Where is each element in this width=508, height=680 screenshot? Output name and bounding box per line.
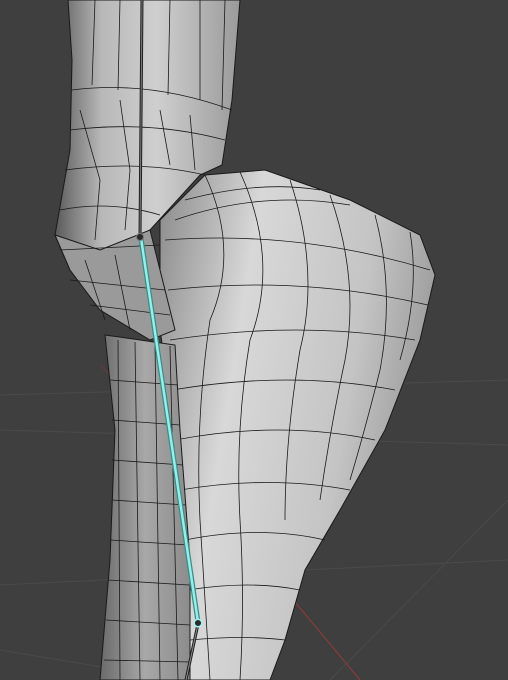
mesh-calf: [159, 169, 436, 680]
bone-upper[interactable]: [138, 0, 144, 237]
circle-joint-icon[interactable]: [136, 233, 144, 241]
x-axis-line: [284, 589, 361, 680]
mesh-shin: [99, 334, 191, 680]
circle-joint-icon[interactable]: [193, 618, 203, 628]
mesh-knee: [54, 229, 176, 341]
viewport-canvas[interactable]: [0, 0, 508, 680]
3d-viewport[interactable]: [0, 0, 508, 680]
